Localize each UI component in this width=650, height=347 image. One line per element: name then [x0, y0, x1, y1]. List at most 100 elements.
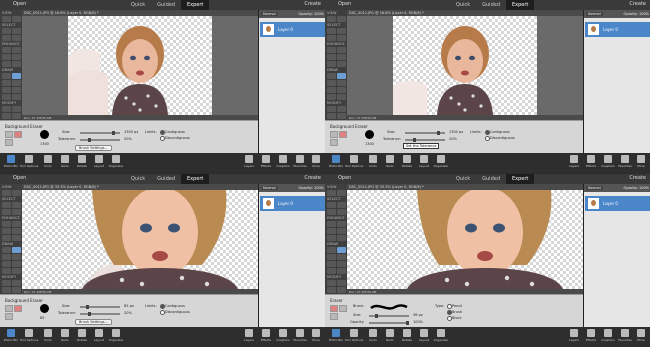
shape-tool-icon[interactable]	[12, 261, 21, 267]
type-tool-icon[interactable]	[2, 268, 11, 274]
magic-eraser-icon[interactable]	[330, 139, 338, 146]
crop-tool-icon[interactable]	[2, 106, 11, 112]
rotate-button[interactable]: Rotate	[73, 329, 91, 342]
pencil-tool-icon[interactable]	[12, 268, 21, 274]
pencil-tool-icon[interactable]	[337, 94, 346, 100]
undo-button[interactable]: Undo	[39, 155, 57, 168]
hand-tool-icon[interactable]	[337, 16, 346, 22]
tolerance-value[interactable]: 20%	[124, 137, 132, 141]
pencil-tool-icon[interactable]	[337, 268, 346, 274]
graphics-button[interactable]: Graphics	[274, 329, 292, 342]
tab-guided[interactable]: Guided	[151, 174, 181, 184]
tab-guided[interactable]: Guided	[476, 0, 506, 10]
open-button[interactable]: Open	[338, 175, 351, 181]
create-button[interactable]: Create	[629, 1, 646, 7]
opacity-field[interactable]: Opacity: 100%	[623, 186, 649, 190]
create-button[interactable]: Create	[304, 1, 321, 7]
eraser-tool-icon[interactable]	[337, 247, 346, 253]
shape-tool-icon[interactable]	[337, 261, 346, 267]
type-tool-icon[interactable]	[327, 94, 336, 100]
size-value[interactable]: 1300 px	[124, 130, 138, 134]
layer-row[interactable]: Layer 0	[260, 196, 325, 211]
marquee-tool-icon[interactable]	[337, 28, 346, 34]
gradient-tool-icon[interactable]	[12, 254, 21, 260]
sponge-tool-icon[interactable]	[327, 235, 336, 241]
zoom-tool-icon[interactable]	[2, 16, 11, 22]
photo-bin-button[interactable]: Photo Bin	[327, 155, 345, 168]
tolerance-value[interactable]: 20%	[124, 311, 132, 315]
smart-brush-tool-icon[interactable]	[337, 61, 346, 67]
tab-quick[interactable]: Quick	[125, 174, 151, 184]
brush-stroke-preview[interactable]	[369, 302, 409, 312]
brush-preview[interactable]	[40, 304, 49, 313]
tolerance-value[interactable]: 20%	[449, 137, 457, 141]
spot-healing-tool-icon[interactable]	[337, 221, 346, 227]
move-tool-icon[interactable]	[2, 28, 11, 34]
layers-button[interactable]: Layers	[240, 329, 258, 342]
magic-eraser-icon[interactable]	[330, 313, 338, 320]
effects-button[interactable]: Effects	[257, 329, 275, 342]
recompose-tool-icon[interactable]	[337, 280, 346, 286]
quick-selection-tool-icon[interactable]	[12, 35, 21, 41]
brush-tool-icon[interactable]	[2, 73, 11, 79]
tab-quick[interactable]: Quick	[450, 174, 476, 184]
layer-row[interactable]: Layer 0	[585, 22, 650, 37]
eraser-icon[interactable]	[330, 305, 338, 312]
tool-options-button[interactable]: Tool Options	[345, 155, 363, 168]
brush-tool-icon[interactable]	[327, 247, 336, 253]
content-aware-move-tool-icon[interactable]	[2, 113, 11, 119]
brush-settings-button[interactable]: Brush Settings...	[75, 319, 112, 325]
blur-tool-icon[interactable]	[12, 54, 21, 60]
tool-options-button[interactable]: Tool Options	[20, 155, 38, 168]
straighten-tool-icon[interactable]	[12, 113, 21, 119]
eraser-icon[interactable]	[330, 131, 338, 138]
tool-options-button[interactable]: Tool Options	[345, 329, 363, 342]
effects-button[interactable]: Effects	[582, 155, 600, 168]
opacity-field[interactable]: Opacity: 100%	[623, 12, 649, 16]
create-button[interactable]: Create	[304, 175, 321, 181]
tolerance-slider[interactable]	[80, 138, 120, 142]
straighten-tool-icon[interactable]	[337, 287, 346, 293]
open-button[interactable]: Open	[13, 175, 26, 181]
more-button[interactable]: More	[632, 155, 650, 168]
tolerance-slider[interactable]	[405, 138, 445, 142]
clone-stamp-tool-icon[interactable]	[2, 228, 11, 234]
blur-tool-icon[interactable]	[337, 54, 346, 60]
layout-button[interactable]: Layout	[90, 155, 108, 168]
organizer-button[interactable]: Organizer	[107, 155, 125, 168]
hand-tool-icon[interactable]	[337, 190, 346, 196]
magic-eraser-icon[interactable]	[5, 139, 13, 146]
brush-tool-icon[interactable]	[327, 73, 336, 79]
redo-button[interactable]: Redo	[381, 155, 399, 168]
size-slider[interactable]	[80, 131, 120, 135]
tab-expert[interactable]: Expert	[506, 174, 535, 184]
opacity-field[interactable]: Opacity: 100%	[298, 12, 324, 16]
redo-button[interactable]: Redo	[56, 329, 74, 342]
lasso-tool-icon[interactable]	[327, 35, 336, 41]
magic-eraser-icon[interactable]	[5, 313, 13, 320]
organizer-button[interactable]: Organizer	[432, 329, 450, 342]
quick-selection-tool-icon[interactable]	[337, 209, 346, 215]
spot-healing-tool-icon[interactable]	[337, 47, 346, 53]
background-eraser-icon[interactable]	[339, 305, 347, 312]
paint-bucket-tool-icon[interactable]	[2, 254, 11, 260]
open-button[interactable]: Open	[338, 1, 351, 7]
sponge-tool-icon[interactable]	[2, 61, 11, 67]
more-button[interactable]: More	[632, 329, 650, 342]
zoom-tool-icon[interactable]	[327, 190, 336, 196]
marquee-tool-icon[interactable]	[12, 202, 21, 208]
brush-preview[interactable]	[40, 130, 49, 139]
eraser-tool-icon[interactable]	[12, 73, 21, 79]
more-button[interactable]: More	[307, 329, 325, 342]
gradient-tool-icon[interactable]	[337, 254, 346, 260]
smart-brush-tool-icon[interactable]	[12, 61, 21, 67]
opacity-field[interactable]: Opacity: 100%	[298, 186, 324, 190]
graphics-button[interactable]: Graphics	[599, 329, 617, 342]
undo-button[interactable]: Undo	[39, 329, 57, 342]
document-canvas[interactable]: DSC_0011.JPG @ 16.8% (Layer 0, RGB/8) * …	[347, 10, 583, 120]
move-tool-icon[interactable]	[2, 202, 11, 208]
tab-guided[interactable]: Guided	[151, 0, 181, 10]
red-eye-tool-icon[interactable]	[327, 47, 336, 53]
blur-tool-icon[interactable]	[337, 228, 346, 234]
blend-mode-select[interactable]: Normal	[586, 12, 603, 16]
